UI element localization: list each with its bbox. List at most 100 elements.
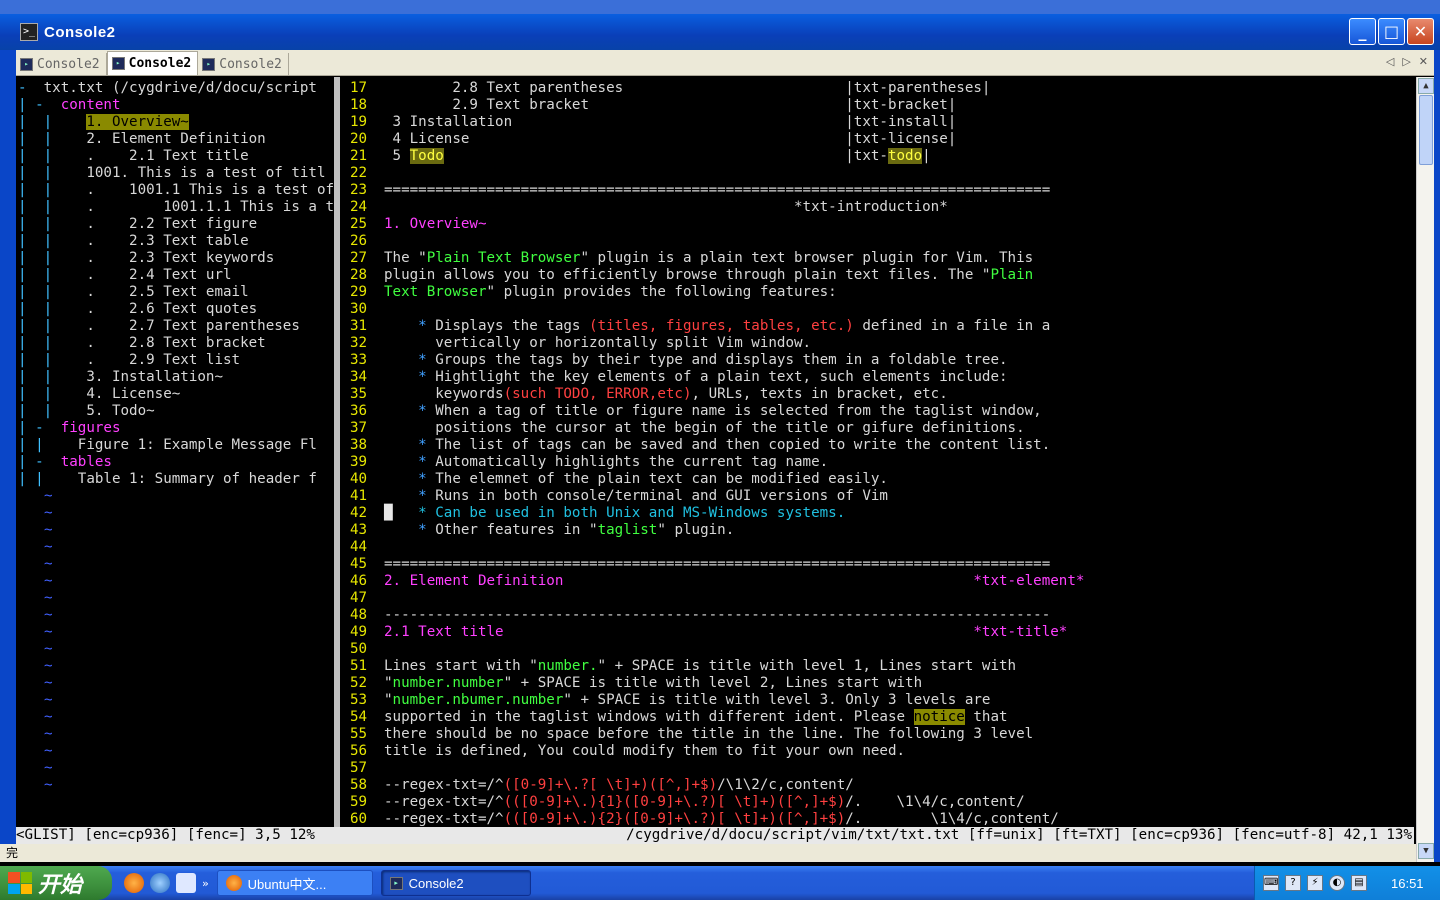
taglist-row[interactable]: | | . 1001.1.1 This is a t (18, 199, 334, 216)
editor-line[interactable]: 37 positions the cursor at the begin of … (350, 420, 1025, 437)
taglist-row[interactable]: | | . 2.3 Text table (18, 233, 249, 250)
editor-line[interactable]: 52 "number.number" + SPACE is title with … (350, 675, 922, 692)
taglist-row[interactable]: | - tables (18, 454, 112, 471)
taskbar-item-console2[interactable]: ▸ Console2 (380, 870, 531, 896)
editor-line[interactable]: 41 * Runs in both console/terminal and G… (350, 488, 888, 505)
editor-line[interactable]: 18 2.9 Text bracket |txt-bracket| (350, 97, 956, 114)
taglist-row[interactable]: | | 3. Installation~ (18, 369, 223, 386)
tab-close-icon[interactable]: ✕ (1419, 55, 1428, 68)
vim-terminal[interactable]: - txt.txt (/cygdrive/d/docu/script | - co… (16, 77, 1414, 844)
editor-line[interactable]: 20 4 License |txt-license| (350, 131, 956, 148)
taglist-row[interactable]: | | . 2.5 Text email (18, 284, 249, 301)
taglist-row[interactable]: | | . 2.3 Text keywords (18, 250, 274, 267)
editor-line[interactable]: 17 2.8 Text parentheses |txt-parentheses… (350, 80, 990, 97)
vertical-split-divider[interactable] (334, 77, 340, 827)
close-button[interactable]: ✕ (1407, 18, 1434, 45)
tab-console-3[interactable]: ▸ Console2 (198, 53, 289, 75)
ie-icon[interactable] (150, 873, 170, 893)
editor-line[interactable]: 59 --regex-txt=/^(([0-9]+\.){1}([0-9]+\.?… (350, 794, 1025, 811)
keyboard-icon[interactable]: ⌨ (1263, 875, 1279, 891)
editor-line[interactable]: 30 (350, 301, 384, 318)
firefox-icon[interactable] (124, 873, 144, 893)
help-icon[interactable]: ? (1285, 875, 1301, 891)
editor-line[interactable]: 45 ======================================… (350, 556, 1050, 573)
editor-line[interactable]: 42 █ * Can be used in both Unix and MS-Wi… (350, 505, 845, 522)
editor-line[interactable]: 53 "number.nbumer.number" + SPACE is titl… (350, 692, 990, 709)
editor-line[interactable]: 23 ======================================… (350, 182, 1050, 199)
editor-pane[interactable]: 17 2.8 Text parentheses |txt-parentheses… (344, 80, 1414, 827)
editor-line[interactable]: 21 5 Todo |txt-todo| (350, 148, 931, 165)
editor-line[interactable]: 51 Lines start with "number." + SPACE is … (350, 658, 1016, 675)
editor-line[interactable]: 32 vertically or horizontally split Vim … (350, 335, 811, 352)
taglist-row[interactable]: | - content (18, 97, 121, 114)
scrollbar-thumb[interactable] (1419, 95, 1433, 165)
editor-line[interactable]: 19 3 Installation |txt-install| (350, 114, 956, 131)
editor-line[interactable]: 58 --regex-txt=/^([0-9]+\.?[ \t]+)([^,]+$… (350, 777, 854, 794)
minimize-button[interactable]: _ (1349, 18, 1376, 45)
editor-line[interactable]: 36 * When a tag of title or figure name … (350, 403, 1042, 420)
editor-line[interactable]: 46 2. Element Definition *txt-element* (350, 573, 1084, 590)
editor-line[interactable]: 48 --------------------------------------… (350, 607, 1050, 624)
editor-line[interactable]: 26 (350, 233, 384, 250)
editor-line[interactable]: 57 (350, 760, 384, 777)
tab-prev-icon[interactable]: ◁ (1386, 55, 1394, 68)
editor-line[interactable]: 44 (350, 539, 384, 556)
taglist-row[interactable]: | | . 2.2 Text figure (18, 216, 257, 233)
taglist-row[interactable]: | | . 2.1 Text title (18, 148, 249, 165)
taglist-row[interactable]: | | Table 1: Summary of header f (18, 471, 317, 488)
taglist-row[interactable]: | | . 2.4 Text url (18, 267, 232, 284)
taglist-row[interactable]: | | . 2.9 Text list (18, 352, 240, 369)
editor-line[interactable]: 29 Text Browser" plugin provides the foll… (350, 284, 837, 301)
usb-icon[interactable]: ⚡ (1307, 875, 1323, 891)
editor-line[interactable]: 28 plugin allows you to efficiently brows… (350, 267, 1033, 284)
editor-line[interactable]: 35 keywords(such TODO, ERROR,etc), URLs,… (350, 386, 948, 403)
taglist-row[interactable]: | | . 2.8 Text bracket (18, 335, 266, 352)
editor-line[interactable]: 38 * The list of tags can be saved and t… (350, 437, 1050, 454)
taglist-row[interactable]: | | . 2.6 Text quotes (18, 301, 257, 318)
editor-line[interactable]: 33 * Groups the tags by their type and d… (350, 352, 1008, 369)
taglist-pane[interactable]: - txt.txt (/cygdrive/d/docu/script | - co… (16, 80, 334, 827)
taglist-row[interactable]: - txt.txt (/cygdrive/d/docu/script (18, 80, 317, 97)
editor-line[interactable]: 50 (350, 641, 384, 658)
editor-line[interactable]: 22 (350, 165, 384, 182)
taglist-row[interactable]: | - figures (18, 420, 121, 437)
editor-line[interactable]: 31 * Displays the tags (titles, figures,… (350, 318, 1050, 335)
language-icon[interactable]: ◐ (1329, 875, 1345, 891)
editor-line[interactable]: 43 * Other features in "taglist" plugin. (350, 522, 734, 539)
empty-line-tilde: ~ (44, 556, 53, 572)
editor-line[interactable]: 34 * Hightlight the key elements of a pl… (350, 369, 1008, 386)
taglist-row[interactable]: | | 5. Todo~ (18, 403, 155, 420)
network-icon[interactable]: ▤ (1351, 875, 1367, 891)
editor-line[interactable]: 24 *txt-introduction* (350, 199, 948, 216)
start-button[interactable]: 开始 (0, 866, 112, 900)
editor-line[interactable]: 55 there should be no space before the ti… (350, 726, 1033, 743)
taglist-row[interactable]: | | . 2.7 Text parentheses (18, 318, 300, 335)
taskbar-item-ubuntu[interactable]: Ubuntu中文... (216, 870, 373, 896)
taglist-row[interactable]: | | 2. Element Definition (18, 131, 266, 148)
editor-line[interactable]: 49 2.1 Text title *txt-title* (350, 624, 1067, 641)
window-titlebar[interactable]: >_ Console2 _ □ ✕ (0, 14, 1440, 50)
editor-line[interactable]: 27 The "Plain Text Browser" plugin is a p… (350, 250, 1033, 267)
editor-line[interactable]: 60 --regex-txt=/^(([0-9]+\.){2}([0-9]+\.?… (350, 811, 1059, 827)
editor-line[interactable]: 40 * The elemnet of the plain text can b… (350, 471, 888, 488)
scroll-down-icon[interactable]: ▼ (1418, 843, 1434, 859)
editor-line[interactable]: 25 1. Overview~ (350, 216, 487, 233)
taglist-row[interactable]: | | 1. Overview~ (18, 114, 189, 131)
tab-console-1[interactable]: ▸ Console2 (16, 53, 107, 75)
window-title: Console2 (44, 23, 116, 41)
scroll-up-icon[interactable]: ▲ (1418, 78, 1434, 94)
tab-console-2[interactable]: ▸ Console2 (106, 51, 199, 75)
maximize-button[interactable]: □ (1378, 18, 1405, 45)
more-chevron-icon[interactable]: » (202, 877, 209, 890)
taglist-row[interactable]: | | 1001. This is a test of titl (18, 165, 326, 182)
tab-next-icon[interactable]: ▷ (1402, 55, 1410, 68)
editor-line[interactable]: 54 supported in the taglist windows with … (350, 709, 1008, 726)
taglist-row[interactable]: | | 4. License~ (18, 386, 180, 403)
desktop-icon[interactable] (176, 873, 196, 893)
editor-line[interactable]: 47 (350, 590, 384, 607)
vertical-scrollbar[interactable]: ▲ ▼ (1416, 77, 1434, 862)
taglist-row[interactable]: | | . 1001.1 This is a test of (18, 182, 334, 199)
taglist-row[interactable]: | | Figure 1: Example Message Fl (18, 437, 317, 454)
editor-line[interactable]: 56 title is defined, You could modify the… (350, 743, 905, 760)
editor-line[interactable]: 39 * Automatically highlights the curren… (350, 454, 828, 471)
